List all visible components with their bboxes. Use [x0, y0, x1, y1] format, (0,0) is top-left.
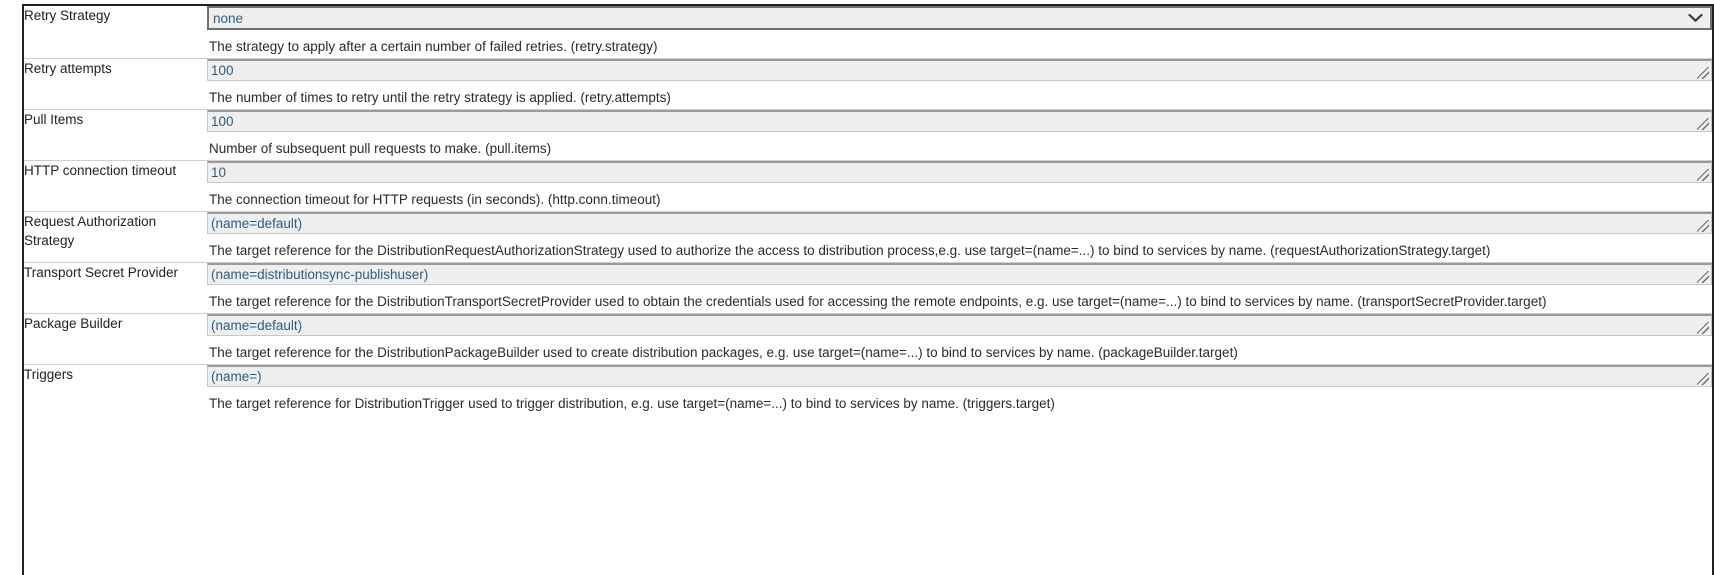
config-row-request-authorization-strategy: Request Authorization Strategy (name=def… — [24, 211, 1712, 263]
config-field-cell-triggers: (name=) The target reference for Distrib… — [207, 364, 1712, 415]
request-authorization-strategy-input[interactable]: (name=default) — [207, 212, 1712, 234]
config-description-triggers: The target reference for DistributionTri… — [209, 396, 1055, 411]
pull-items-value: 100 — [211, 114, 234, 129]
retry-attempts-value: 100 — [211, 63, 234, 78]
transport-secret-provider-input[interactable]: (name=distributionsync-publishuser) — [207, 263, 1712, 285]
triggers-input[interactable]: (name=) — [207, 365, 1712, 387]
retry-strategy-select[interactable]: none — [207, 6, 1712, 30]
config-description-request-authorization-strategy: The target reference for the Distributio… — [209, 243, 1491, 258]
config-row-triggers: Triggers (name=) The target reference fo… — [24, 364, 1712, 415]
config-label-retry-strategy: Retry Strategy — [24, 8, 111, 23]
package-builder-value: (name=default) — [211, 318, 303, 333]
configuration-form-screen: Retry Strategy none The strategy to appl… — [0, 0, 1714, 575]
retry-strategy-value: none — [213, 11, 244, 26]
pull-items-input[interactable]: 100 — [207, 110, 1712, 132]
config-field-cell-package-builder: (name=default) The target reference for … — [207, 313, 1712, 365]
config-description-retry-attempts: The number of times to retry until the r… — [209, 90, 671, 105]
package-builder-input[interactable]: (name=default) — [207, 314, 1712, 336]
chevron-down-icon — [1688, 13, 1703, 23]
config-label-transport-secret-provider: Transport Secret Provider — [24, 262, 207, 314]
transport-secret-provider-value: (name=distributionsync-publishuser) — [211, 267, 429, 282]
configuration-form-frame: Retry Strategy none The strategy to appl… — [22, 4, 1714, 575]
config-description-transport-secret-provider: The target reference for the Distributio… — [209, 294, 1547, 309]
config-label-request-authorization-strategy: Request Authorization Strategy — [24, 211, 207, 263]
retry-attempts-input[interactable]: 100 — [207, 59, 1712, 81]
config-field-cell-transport-secret-provider: (name=distributionsync-publishuser) The … — [207, 262, 1712, 314]
config-row-transport-secret-provider: Transport Secret Provider (name=distribu… — [24, 262, 1712, 314]
config-description-pull-items: Number of subsequent pull requests to ma… — [209, 141, 552, 156]
config-label-triggers: Triggers — [24, 364, 207, 415]
config-row-package-builder: Package Builder (name=default) The targe… — [24, 313, 1712, 365]
config-label-pull-items: Pull Items — [24, 109, 207, 161]
http-conn-timeout-value: 10 — [211, 165, 227, 180]
config-label-retry-attempts: Retry attempts — [24, 58, 207, 110]
config-description-package-builder: The target reference for the Distributio… — [209, 345, 1238, 360]
http-conn-timeout-input[interactable]: 10 — [207, 161, 1712, 183]
config-description-http-conn-timeout: The connection timeout for HTTP requests… — [209, 192, 661, 207]
config-label-http-conn-timeout: HTTP connection timeout — [24, 160, 207, 212]
configuration-table: Retry Strategy none The strategy to appl… — [24, 6, 1712, 415]
config-row-http-conn-timeout: HTTP connection timeout 10 The connectio… — [24, 160, 1712, 212]
config-field-cell-retry-attempts: 100 The number of times to retry until t… — [207, 58, 1712, 110]
config-description-retry-strategy: The strategy to apply after a certain nu… — [209, 39, 658, 54]
config-row-retry-strategy: Retry Strategy none The strategy to appl… — [24, 6, 1712, 59]
config-row-pull-items: Pull Items 100 Number of subsequent pull… — [24, 109, 1712, 161]
config-field-cell-http-conn-timeout: 10 The connection timeout for HTTP reque… — [207, 160, 1712, 212]
request-authorization-strategy-value: (name=default) — [211, 216, 303, 231]
config-field-cell-pull-items: 100 Number of subsequent pull requests t… — [207, 109, 1712, 161]
triggers-value: (name=) — [211, 369, 262, 384]
config-field-cell-retry-strategy: none The strategy to apply after a certa… — [207, 6, 1712, 59]
configuration-table-body: Retry Strategy none The strategy to appl… — [24, 6, 1712, 415]
config-field-cell-request-authorization-strategy: (name=default) The target reference for … — [207, 211, 1712, 263]
config-row-retry-attempts: Retry attempts 100 The number of times t… — [24, 58, 1712, 110]
config-label-package-builder: Package Builder — [24, 313, 207, 365]
